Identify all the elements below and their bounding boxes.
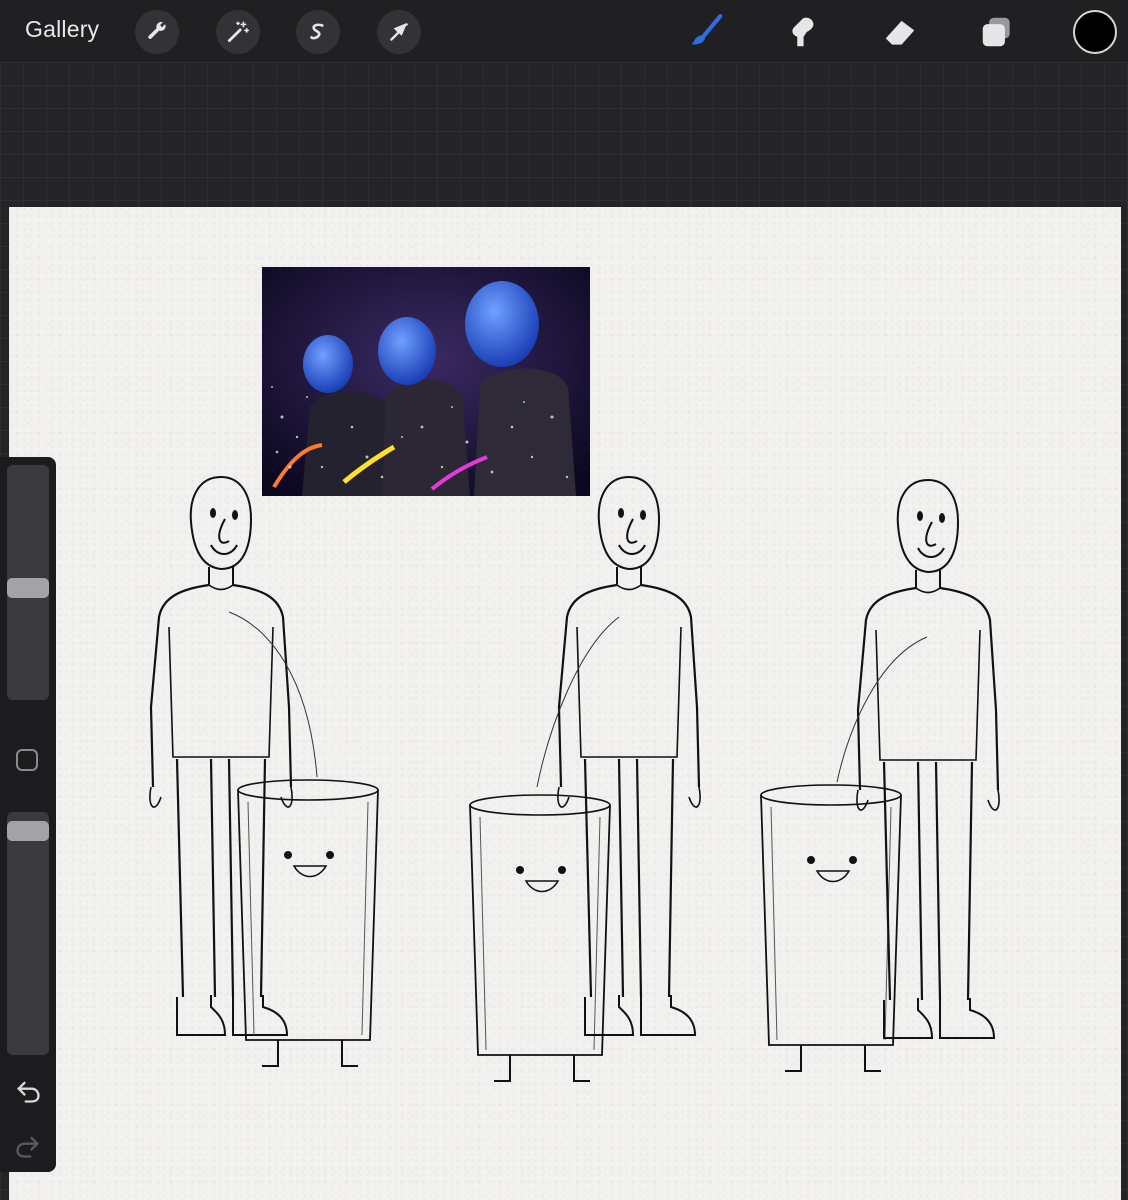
- redo-icon[interactable]: [14, 1132, 42, 1160]
- smudge-icon[interactable]: [782, 12, 822, 52]
- drawing-canvas[interactable]: [9, 207, 1121, 1200]
- sketch-man-1: [148, 475, 294, 1037]
- wrench-icon[interactable]: [135, 10, 179, 54]
- brush-size-thumb[interactable]: [7, 578, 49, 598]
- arrow-cursor-icon[interactable]: [377, 10, 421, 54]
- sketch-man-3: [855, 478, 1001, 1040]
- sketch-man-2: [556, 475, 702, 1037]
- modify-square-icon[interactable]: [16, 749, 38, 771]
- undo-icon[interactable]: [14, 1077, 42, 1105]
- gallery-button[interactable]: Gallery: [25, 16, 99, 43]
- layers-icon[interactable]: [977, 12, 1017, 52]
- sketch-trash-can-3: [760, 784, 902, 1072]
- opacity-slider[interactable]: [7, 812, 49, 1055]
- eraser-icon[interactable]: [880, 12, 920, 52]
- sketch-trash-can-1: [237, 779, 379, 1067]
- top-toolbar: Gallery: [0, 0, 1128, 62]
- opacity-thumb[interactable]: [7, 821, 49, 841]
- left-sidebar: [0, 457, 56, 1172]
- brush-icon[interactable]: [686, 12, 726, 52]
- magic-wand-icon[interactable]: [216, 10, 260, 54]
- line-drawing: [148, 475, 1001, 1082]
- selection-s-icon[interactable]: [296, 10, 340, 54]
- color-picker-button[interactable]: [1073, 10, 1117, 54]
